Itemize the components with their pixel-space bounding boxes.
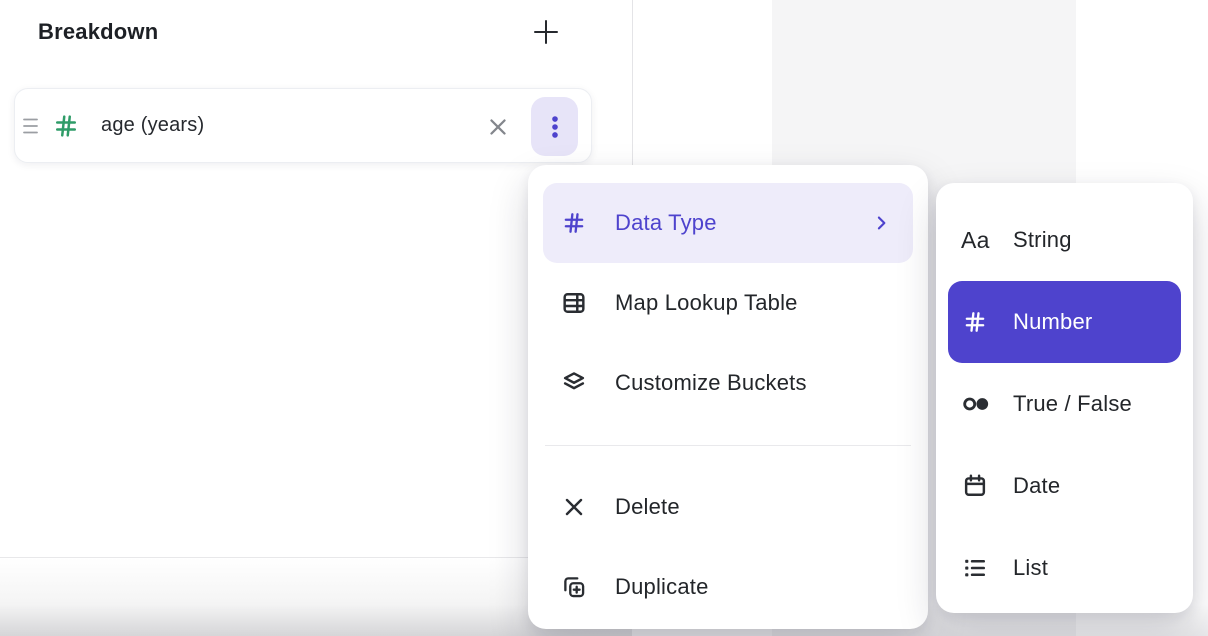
field-menu-button[interactable] <box>531 97 578 156</box>
submenu-item-label: Number <box>1013 309 1092 335</box>
submenu-item-date[interactable]: Date <box>948 445 1181 527</box>
field-name: age (years) <box>101 89 204 162</box>
menu-item-label: Duplicate <box>615 574 709 600</box>
submenu-item-label: String <box>1013 227 1072 253</box>
kebab-icon <box>542 113 568 141</box>
menu-item-data-type[interactable]: Data Type <box>543 183 913 263</box>
menu-item-label: Customize Buckets <box>615 370 807 396</box>
menu-item-label: Data Type <box>615 210 717 236</box>
table-icon <box>560 289 588 317</box>
hash-icon <box>961 307 997 337</box>
menu-item-map-lookup-table[interactable]: Map Lookup Table <box>543 263 913 343</box>
x-icon <box>560 493 588 521</box>
copy-plus-icon <box>560 573 588 601</box>
submenu-item-number[interactable]: Number <box>948 281 1181 363</box>
submenu-item-list[interactable]: List <box>948 527 1181 609</box>
breakdown-field-card[interactable]: age (years) <box>14 88 592 163</box>
hash-icon <box>560 209 588 237</box>
submenu-item-string[interactable]: Aa String <box>948 199 1181 281</box>
chevron-right-icon <box>871 213 891 233</box>
menu-item-customize-buckets[interactable]: Customize Buckets <box>543 343 913 423</box>
menu-item-label: Delete <box>615 494 680 520</box>
menu-divider <box>545 445 911 446</box>
remove-field-button[interactable] <box>483 112 513 142</box>
menu-item-delete[interactable]: Delete <box>543 467 913 547</box>
data-type-submenu: Aa String Number True / False <box>936 183 1193 613</box>
calendar-icon <box>961 471 997 501</box>
list-icon <box>961 553 997 583</box>
add-breakdown-button[interactable] <box>526 12 566 52</box>
close-icon <box>485 114 511 140</box>
drag-handle-icon[interactable] <box>23 89 38 162</box>
boolean-icon <box>961 389 997 419</box>
field-context-menu: Data Type Map Lookup Table <box>528 165 928 629</box>
page-title: Breakdown <box>38 17 158 47</box>
submenu-item-label: True / False <box>1013 391 1132 417</box>
plus-icon <box>531 17 561 47</box>
app-canvas: Breakdown age (years) <box>0 0 1208 636</box>
number-type-icon <box>51 89 81 162</box>
submenu-item-true-false[interactable]: True / False <box>948 363 1181 445</box>
menu-item-label: Map Lookup Table <box>615 290 798 316</box>
stack-icon <box>560 369 588 397</box>
menu-item-duplicate[interactable]: Duplicate <box>543 547 913 627</box>
submenu-item-label: List <box>1013 555 1048 581</box>
submenu-item-label: Date <box>1013 473 1060 499</box>
text-icon: Aa <box>961 225 997 255</box>
